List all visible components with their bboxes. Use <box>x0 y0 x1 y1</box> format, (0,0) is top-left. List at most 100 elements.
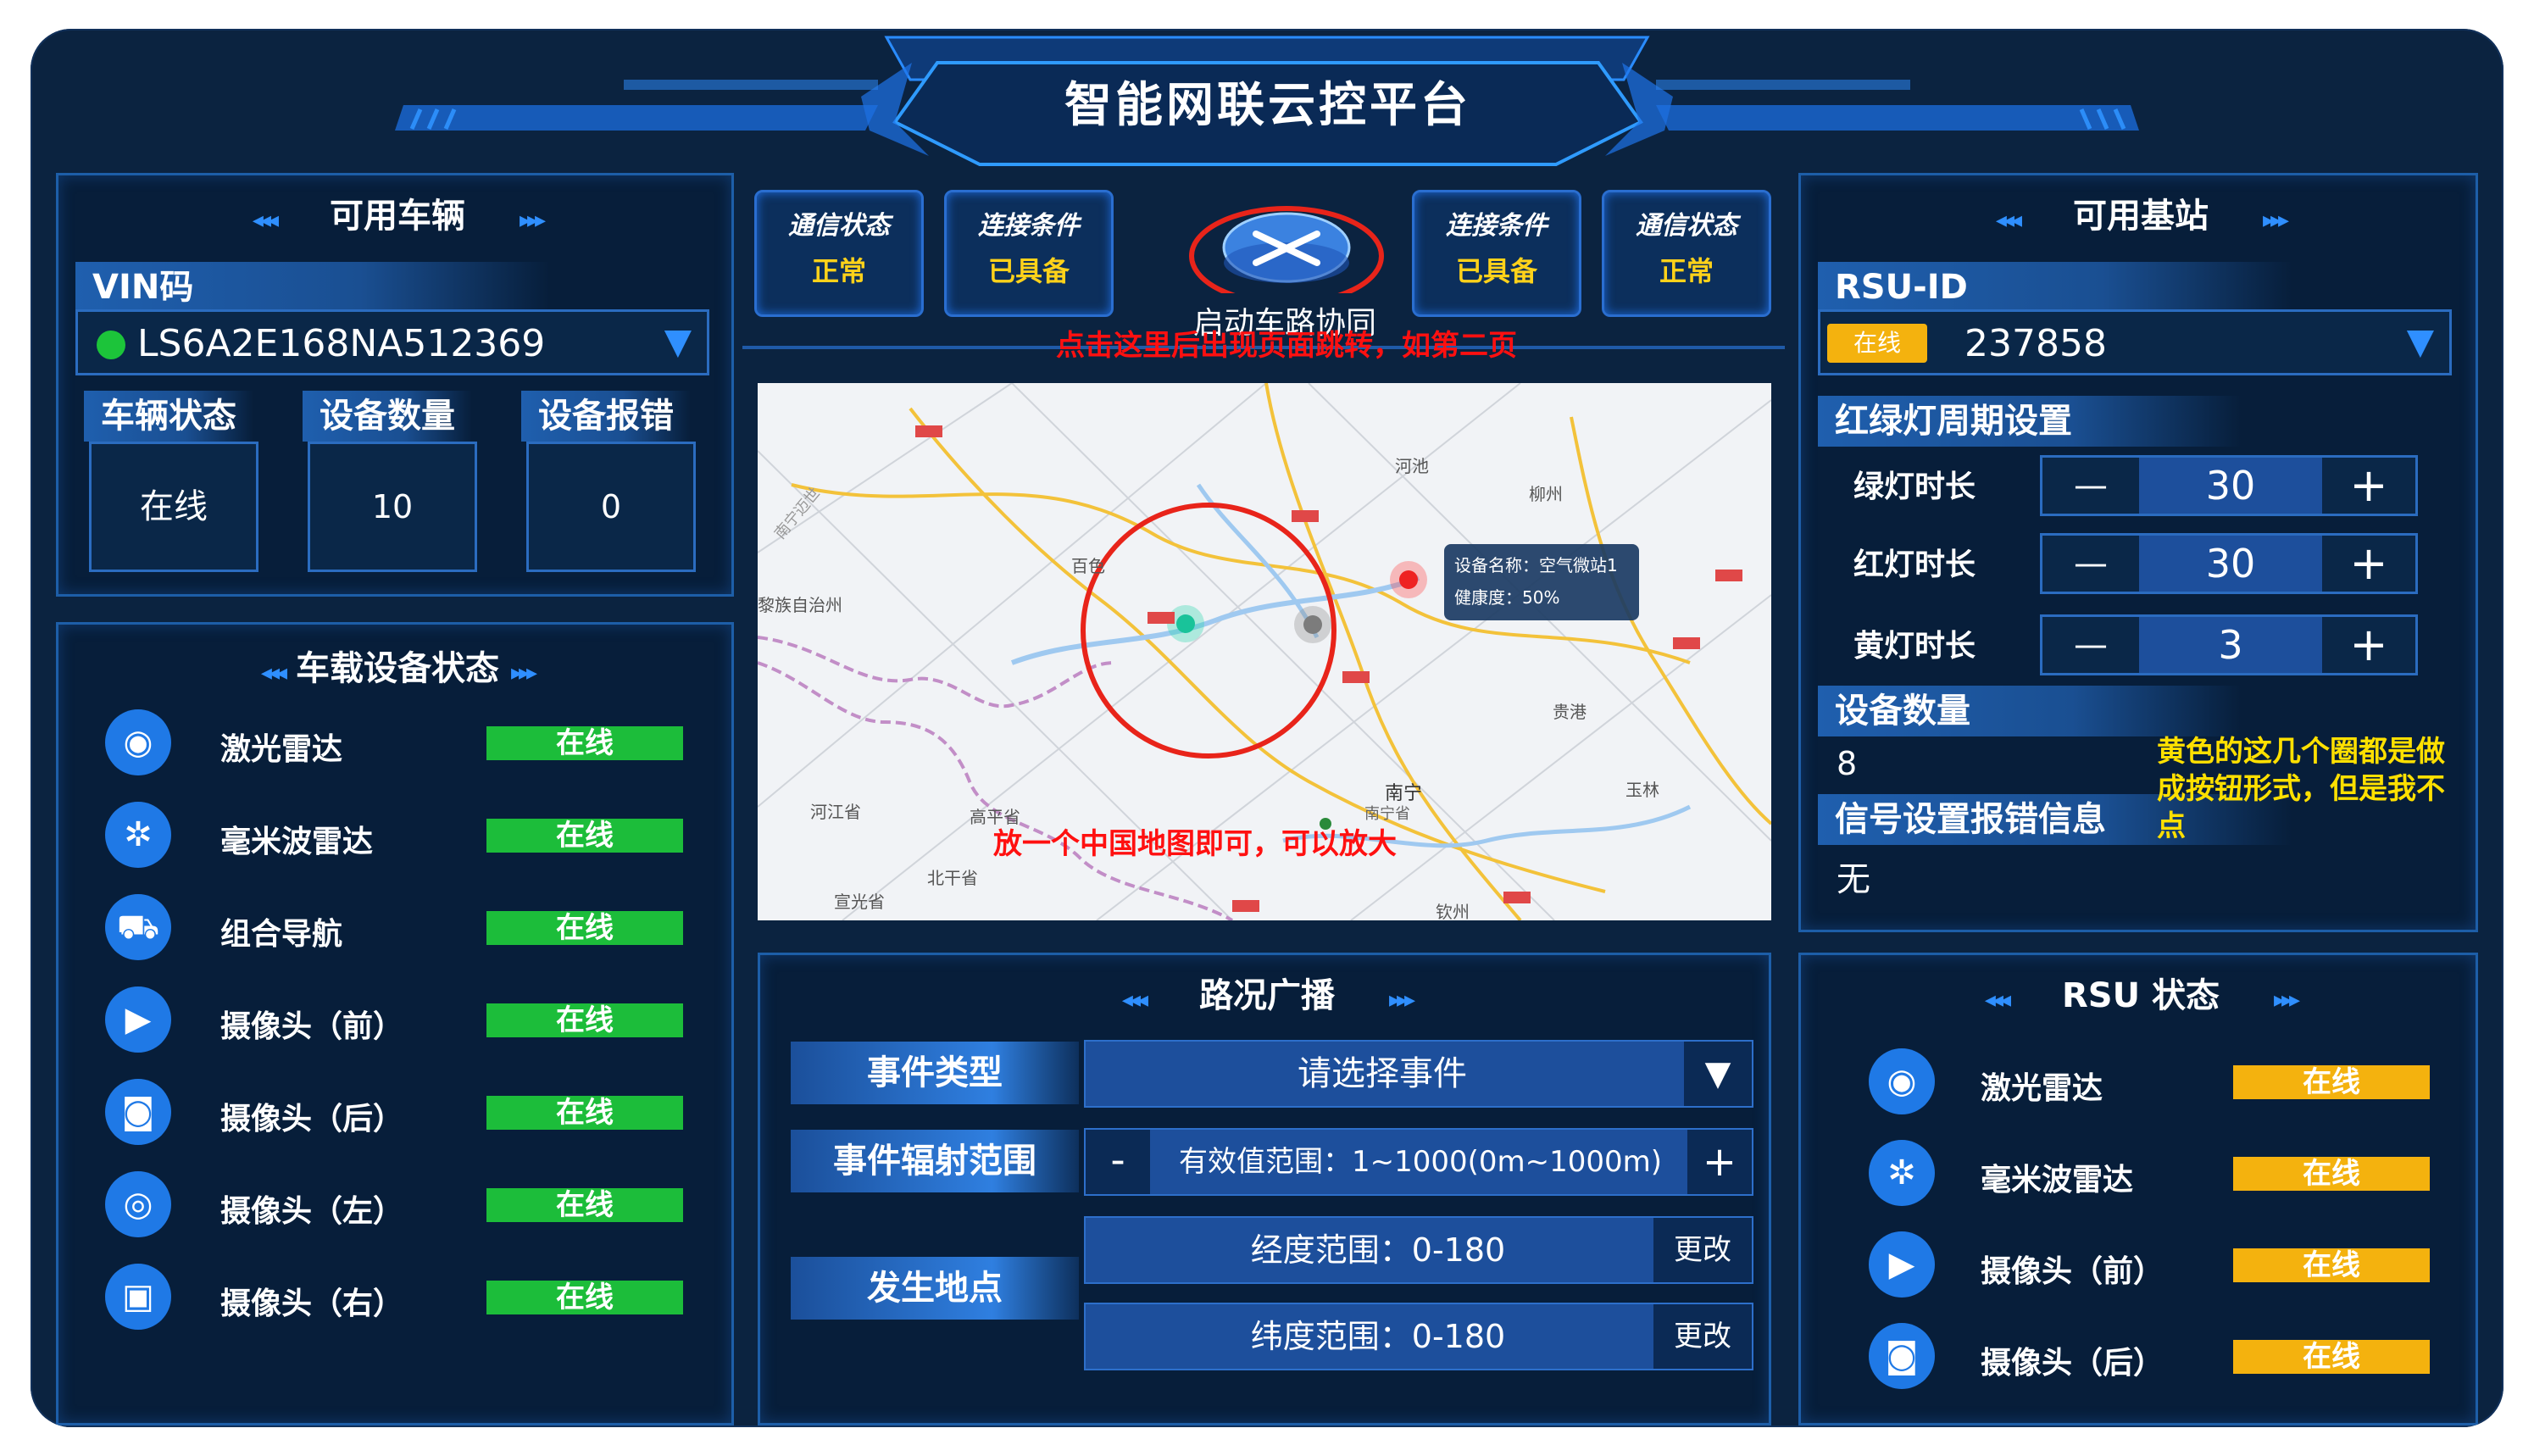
green-minus-button[interactable]: — <box>2042 458 2139 514</box>
longitude-change-button[interactable]: 更改 <box>1653 1218 1752 1282</box>
vin-select[interactable]: LS6A2E168NA512369 ▼ <box>75 309 709 375</box>
device-label: 摄像头（前） <box>1981 1254 2164 1289</box>
device-count-value: 8 <box>1837 745 1858 782</box>
stations-title: 可用基站 <box>2073 197 2209 236</box>
light-cycle-title: 红绿灯周期设置 <box>1818 396 2242 447</box>
camera-icon: ◙ <box>105 1079 171 1145</box>
vin-label: VIN码 <box>75 262 550 313</box>
map-label: 百色 <box>1071 556 1105 576</box>
range-label: 事件辐射范围 <box>791 1130 1079 1192</box>
chevron-down-icon[interactable]: ▼ <box>1684 1042 1752 1106</box>
map-label: 河江省 <box>810 802 861 822</box>
stations-panel: ◂◂◂ 可用基站 ▸▸▸ RSU-ID 在线 237858 ▼ 红绿灯周期设置 … <box>1798 173 2478 932</box>
broadcast-panel: ◂◂◂ 路况广播 ▸▸▸ 事件类型 请选择事件 ▼ 事件辐射范围 - 有效值范围… <box>758 953 1771 1425</box>
status-badge: 在线 <box>486 1003 683 1037</box>
device-label: 毫米波雷达 <box>220 825 374 859</box>
rsu-label: RSU-ID <box>1818 262 2292 313</box>
lidar-icon: ◉ <box>1869 1048 1935 1114</box>
range-value: 有效值范围：1~1000(0m~1000m) <box>1178 1145 1663 1179</box>
device-count-title: 设备数量 <box>1818 686 2242 736</box>
radar-icon: ✲ <box>1869 1140 1935 1206</box>
device-error-label: 设备报错 <box>521 391 691 442</box>
arrow-left-icon: ◂◂◂ <box>1995 208 2022 233</box>
device-label: 组合导航 <box>220 917 343 952</box>
connect-condition-button-2[interactable]: 连接条件 已具备 <box>1412 190 1581 317</box>
status-button-title: 连接条件 <box>978 211 1080 241</box>
status-button-value: 已具备 <box>987 255 1070 287</box>
connect-condition-button-1[interactable]: 连接条件 已具备 <box>944 190 1114 317</box>
red-plus-button[interactable]: + <box>2322 536 2415 592</box>
range-minus-button[interactable]: - <box>1086 1130 1150 1194</box>
yellow-note: 黄色的这几个圈都是做成按钮形式，但是我不点 <box>2157 735 2445 843</box>
arrow-left-icon: ◂◂◂ <box>1121 987 1148 1013</box>
red-light-value: 30 <box>2139 536 2322 592</box>
vin-value: LS6A2E168NA512369 <box>137 322 546 365</box>
annotation-top: 点击这里后出现页面跳转，如第二页 <box>1056 329 1517 363</box>
arrow-right-icon: ▸▸▸ <box>519 208 546 233</box>
range-stepper: - 有效值范围：1~1000(0m~1000m) + <box>1084 1128 1753 1196</box>
green-light-label: 绿灯时长 <box>1853 470 1976 504</box>
tooltip-name: 设备名称：空气微站1 <box>1454 555 1618 575</box>
device-error-value: 0 <box>526 442 696 572</box>
latitude-field: 纬度范围：0-180 更改 <box>1084 1303 1753 1370</box>
red-light-label: 红灯时长 <box>1853 547 1976 582</box>
navigation-icon: ⛟ <box>105 894 171 960</box>
arrow-right-icon: ▸▸▸ <box>2262 208 2289 233</box>
vehicle-state-label: 车辆状态 <box>84 391 253 442</box>
event-type-select[interactable]: 请选择事件 ▼ <box>1084 1040 1753 1108</box>
map-label: 黎族自治州 <box>758 595 842 615</box>
range-plus-button[interactable]: + <box>1687 1130 1752 1194</box>
yellow-plus-button[interactable]: + <box>2322 617 2415 673</box>
device-label: 摄像头（后） <box>1981 1346 2164 1381</box>
start-cooperation-button[interactable]: 启动车路协同 <box>1175 175 1395 344</box>
comm-status-button-1[interactable]: 通信状态 正常 <box>754 190 924 317</box>
status-badge[interactable]: 在线 <box>2233 1065 2430 1099</box>
location-label: 发生地点 <box>791 1257 1079 1320</box>
online-dot-icon <box>97 331 125 359</box>
map[interactable]: 设备名称：空气微站1 健康度：50% 百色 河池 柳州 贵港 南宁 南宁省 玉林… <box>758 383 1771 920</box>
event-type-value: 请选择事件 <box>1298 1054 1467 1093</box>
chevron-down-icon[interactable]: ▼ <box>664 320 692 362</box>
list-item: ◉ 激光雷达 在线 <box>1869 1048 2462 1116</box>
rsu-select[interactable]: 在线 237858 ▼ <box>1818 309 2452 375</box>
yellow-light-stepper: — 3 + <box>2040 614 2418 675</box>
device-label: 激光雷达 <box>220 732 343 767</box>
video-camera-icon: ▶ <box>105 986 171 1053</box>
chevron-down-icon[interactable]: ▼ <box>2407 320 2434 362</box>
map-label: 玉林 <box>1625 780 1659 800</box>
device-label: 摄像头（前） <box>220 1009 404 1044</box>
arrow-left-icon: ◂◂◂ <box>260 660 287 686</box>
radar-icon: ✲ <box>105 802 171 868</box>
status-badge[interactable]: 在线 <box>2233 1340 2430 1374</box>
device-label: 摄像头（后） <box>220 1102 404 1136</box>
list-item: ▶ 摄像头（前） 在线 <box>105 986 698 1054</box>
red-minus-button[interactable]: — <box>2042 536 2139 592</box>
map-label: 北干省 <box>927 868 978 888</box>
dashboard-window: 智能网联云控平台 ◂◂◂ 可用车辆 ▸▸▸ VIN码 LS6A2E168NA51… <box>31 29 2503 1427</box>
list-item: ◙ 摄像头（后） 在线 <box>105 1079 698 1147</box>
map-label: 贵港 <box>1553 702 1587 722</box>
longitude-field: 经度范围：0-180 更改 <box>1084 1216 1753 1284</box>
comm-status-button-2[interactable]: 通信状态 正常 <box>1602 190 1771 317</box>
arrow-right-icon: ▸▸▸ <box>510 660 537 686</box>
status-badge: 在线 <box>486 911 683 945</box>
event-type-label: 事件类型 <box>791 1042 1079 1104</box>
vehicle-state-value: 在线 <box>89 442 258 572</box>
annotation-map: 放一个中国地图即可，可以放大 <box>993 827 1397 861</box>
arrow-left-icon: ◂◂◂ <box>1984 987 2011 1013</box>
video-camera-icon: ▶ <box>1869 1231 1935 1298</box>
status-badge[interactable]: 在线 <box>2233 1248 2430 1282</box>
list-item: ✲ 毫米波雷达 在线 <box>105 802 698 870</box>
onboard-title: 车载设备状态 <box>296 649 499 688</box>
latitude-change-button[interactable]: 更改 <box>1653 1304 1752 1369</box>
device-label: 激光雷达 <box>1981 1071 2103 1106</box>
map-label: 柳州 <box>1529 484 1563 504</box>
device-label: 毫米波雷达 <box>1981 1163 2134 1198</box>
router-icon <box>1189 206 1384 293</box>
status-button-value: 已具备 <box>1455 255 1537 287</box>
lidar-icon: ◉ <box>105 709 171 775</box>
status-badge[interactable]: 在线 <box>2233 1157 2430 1191</box>
green-plus-button[interactable]: + <box>2322 458 2415 514</box>
yellow-minus-button[interactable]: — <box>2042 617 2139 673</box>
device-count-label: 设备数量 <box>303 391 472 442</box>
